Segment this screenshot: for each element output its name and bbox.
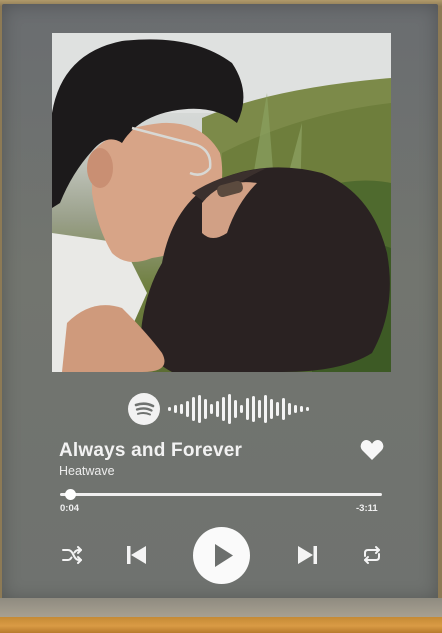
spotify-logo-icon	[128, 393, 160, 425]
progress-bar[interactable]	[60, 493, 382, 496]
soundwave-code-icon	[168, 394, 309, 424]
heart-icon[interactable]	[360, 439, 384, 461]
stand-edge	[0, 598, 442, 617]
play-button[interactable]	[193, 527, 250, 584]
progress-handle[interactable]	[64, 489, 76, 500]
wooden-stand	[0, 617, 442, 633]
shuffle-icon[interactable]	[61, 545, 83, 565]
repeat-icon[interactable]	[361, 545, 383, 565]
time-remaining: -3:11	[356, 503, 378, 514]
skip-next-icon[interactable]	[295, 544, 319, 566]
track-artist[interactable]: Heatwave	[59, 464, 115, 478]
track-title: Always and Forever	[59, 440, 243, 461]
time-elapsed: 0:04	[60, 503, 80, 514]
album-cover-photo	[52, 33, 391, 372]
skip-previous-icon[interactable]	[125, 544, 149, 566]
spotify-code[interactable]	[0, 392, 442, 426]
play-icon	[215, 544, 233, 567]
